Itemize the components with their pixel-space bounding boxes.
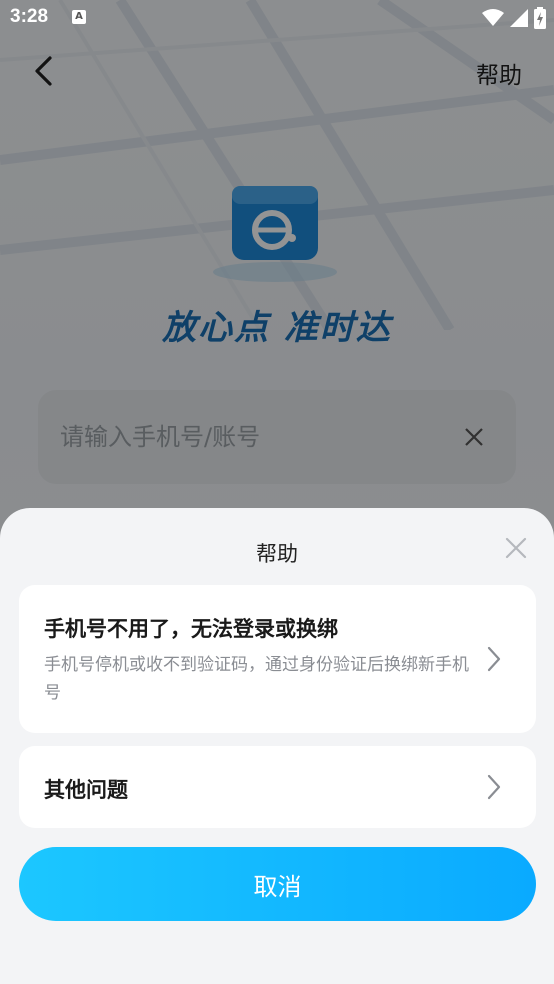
status-bar: 3:28 A: [0, 0, 554, 36]
close-icon[interactable]: [502, 534, 530, 562]
help-option-title: 手机号不用了，无法登录或换绑: [44, 617, 338, 641]
status-time: 3:28: [10, 6, 49, 27]
chevron-right-icon: [487, 774, 501, 800]
signal-icon: [510, 9, 528, 27]
battery-icon: [534, 7, 546, 29]
wifi-icon: [482, 9, 504, 26]
cancel-button[interactable]: 取消: [19, 847, 536, 921]
help-option-description: 手机号停机或收不到验证码，通过身份验证后换绑新手机号: [44, 655, 469, 703]
status-icons: [482, 6, 546, 30]
sheet-title: 帮助: [256, 542, 298, 566]
notification-icon: A: [72, 10, 86, 24]
help-option-title: 其他问题: [44, 778, 128, 802]
help-bottom-sheet: 帮助 手机号不用了，无法登录或换绑 手机号停机或收不到验证码，通过身份验证后换绑…: [0, 508, 554, 984]
help-option-other[interactable]: 其他问题: [19, 746, 536, 828]
chevron-right-icon: [487, 646, 501, 672]
help-option-phone-unavailable[interactable]: 手机号不用了，无法登录或换绑 手机号停机或收不到验证码，通过身份验证后换绑新手机…: [19, 585, 536, 733]
